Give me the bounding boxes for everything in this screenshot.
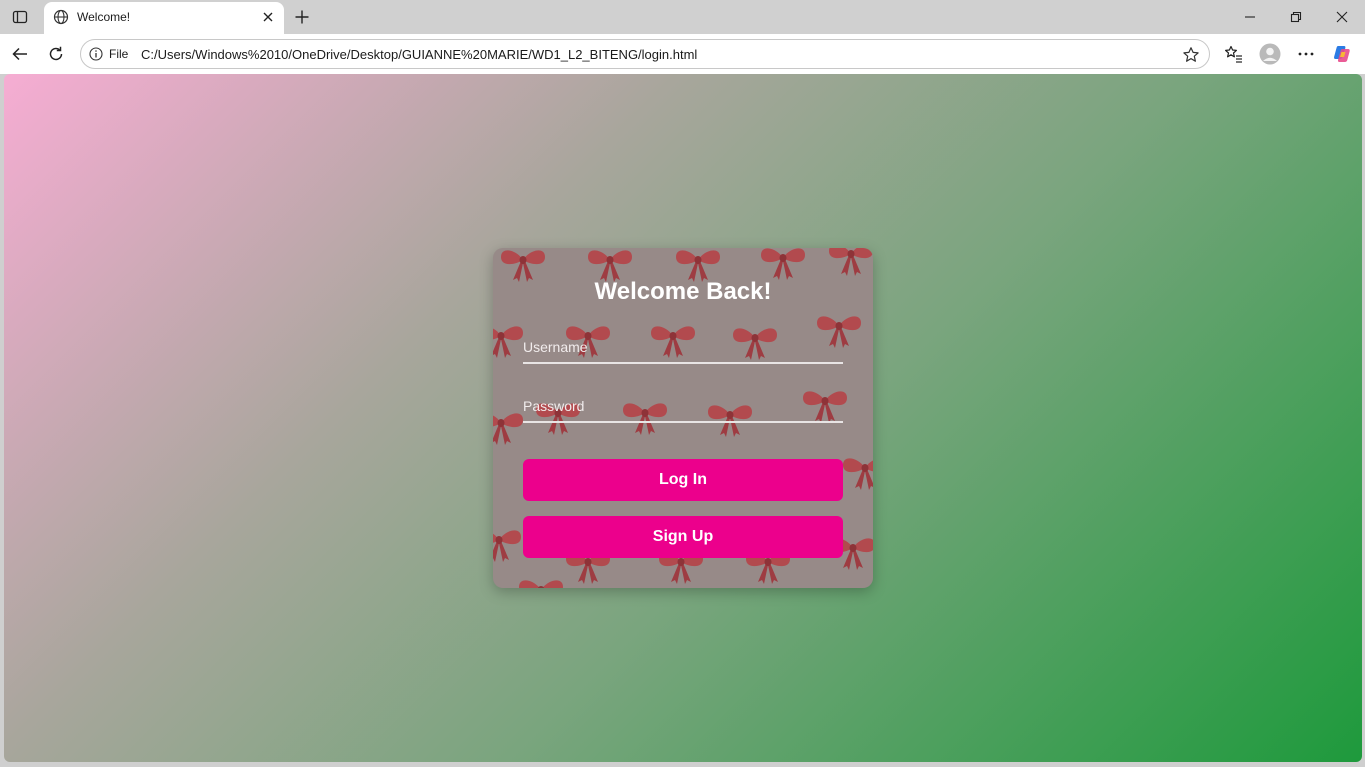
profile-avatar-icon[interactable] [1258,42,1282,66]
page-viewport: Welcome Back! Log In Sign Up [4,74,1362,762]
more-options-icon[interactable] [1294,42,1318,66]
username-input[interactable] [523,332,843,364]
url-text[interactable]: C:/Users/Windows%2010/OneDrive/Desktop/G… [141,47,697,62]
back-arrow-icon[interactable] [8,42,32,66]
new-tab-icon[interactable] [291,6,313,28]
globe-icon [52,8,70,26]
favorites-icon[interactable] [1222,42,1246,66]
tab-actions-icon[interactable] [8,6,32,28]
address-bar[interactable]: File C:/Users/Windows%2010/OneDrive/Desk… [80,39,1210,69]
star-icon[interactable] [1181,45,1201,65]
signup-button[interactable]: Sign Up [523,516,843,558]
login-card: Welcome Back! Log In Sign Up [493,248,873,588]
tab-strip: Welcome! [0,0,1365,34]
minimize-icon[interactable] [1227,0,1273,34]
browser-toolbar: File C:/Users/Windows%2010/OneDrive/Desk… [0,34,1365,74]
login-button[interactable]: Log In [523,459,843,501]
reload-icon[interactable] [44,42,68,66]
close-window-icon[interactable] [1319,0,1365,34]
close-tab-icon[interactable] [260,9,276,25]
password-input[interactable] [523,391,843,423]
file-scheme-label: File [109,47,129,61]
tab-title: Welcome! [77,10,131,24]
active-tab[interactable]: Welcome! [44,2,284,34]
copilot-icon[interactable] [1331,42,1355,66]
restore-icon[interactable] [1273,0,1319,34]
welcome-heading: Welcome Back! [594,278,772,305]
info-icon[interactable] [89,47,103,61]
